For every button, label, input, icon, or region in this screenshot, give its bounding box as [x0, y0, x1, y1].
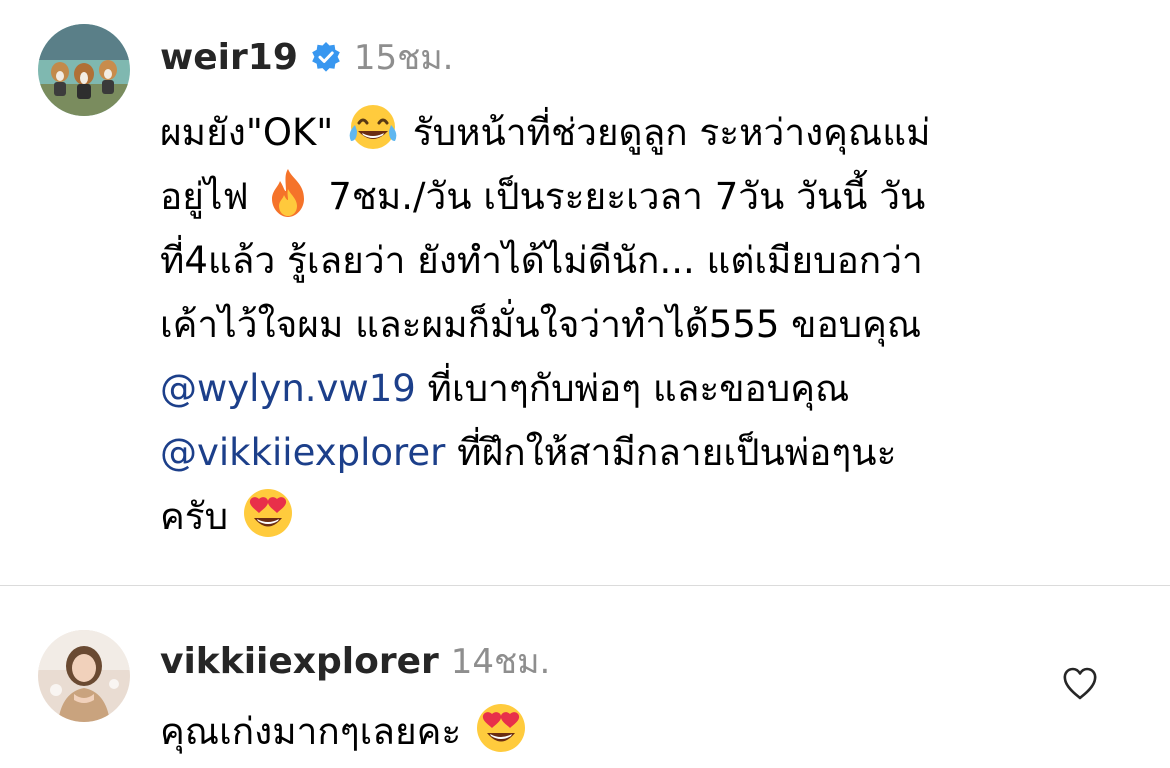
caption-text: ที่4แล้ว รู้เลยว่า ยังทำได้ไม่ดีนัก... แ…: [160, 239, 923, 282]
caption-line: อยู่ไฟ 7ชม./วัน เป็นระยะเวลา 7วัน วันนี้…: [160, 165, 1120, 229]
comment-username[interactable]: vikkiiexplorer: [160, 641, 439, 682]
caption-line: ที่4แล้ว รู้เลยว่า ยังทำได้ไม่ดีนัก... แ…: [160, 229, 1120, 293]
dogs-avatar-icon[interactable]: [38, 24, 130, 116]
caption-text: ครับ: [160, 495, 229, 538]
verified-badge-icon: [310, 41, 342, 73]
post-header: weir19 15ชม.: [160, 30, 453, 84]
caption-text: ที่เบาๆกับพ่อๆ และขอบคุณ: [415, 367, 850, 410]
caption-text: 7ชม./วัน เป็นระยะเวลา 7วัน วันนี้ วัน: [328, 175, 926, 218]
caption-text: ที่ฝึกให้สามีกลายเป็นพ่อๆนะ: [445, 431, 897, 474]
caption-line: @wylyn.vw19 ที่เบาๆกับพ่อๆ และขอบคุณ: [160, 357, 1120, 421]
comment-header: vikkiiexplorer 14ชม.: [160, 634, 550, 688]
comment-text: คุณเก่งมากๆเลยคะ: [160, 710, 462, 753]
post-caption: ผมยัง"OK" รับหน้าที่ช่วยดูลูก ระหว่างคุณ…: [160, 101, 1120, 549]
woman-avatar-icon[interactable]: [38, 630, 130, 722]
caption-text: เค้าไว้ใจผม และผมก็มั่นใจว่าทำได้555 ขอบ…: [160, 303, 922, 346]
caption-text: ผมยัง"OK": [160, 111, 334, 154]
caption-line: เค้าไว้ใจผม และผมก็มั่นใจว่าทำได้555 ขอบ…: [160, 293, 1120, 357]
caption-line: @vikkiiexplorer ที่ฝึกให้สามีกลายเป็นพ่อ…: [160, 421, 1120, 485]
comment-timestamp: 14ชม.: [450, 642, 551, 682]
caption-line: ครับ: [160, 485, 1120, 549]
fire-emoji-icon: [260, 165, 316, 221]
caption-text: อยู่ไฟ: [160, 175, 249, 218]
tears-of-joy-emoji-icon: [345, 101, 401, 157]
post: weir19 15ชม. ผมยัง"OK" รับหน้าที่ช่วยดูล…: [0, 0, 1170, 585]
caption-text: รับหน้าที่ช่วยดูลูก ระหว่างคุณแม่: [412, 111, 931, 154]
post-timestamp: 15ชม.: [353, 38, 454, 78]
comment-body: คุณเก่งมากๆเลยคะ: [160, 700, 529, 764]
heart-eyes-emoji-icon: [240, 485, 296, 541]
heart-eyes-emoji-icon: [473, 700, 529, 756]
mention-link-vikkiiexplorer[interactable]: @vikkiiexplorer: [160, 431, 445, 474]
mention-link-wylyn[interactable]: @wylyn.vw19: [160, 367, 416, 410]
post-username[interactable]: weir19: [160, 37, 298, 78]
caption-line: ผมยัง"OK" รับหน้าที่ช่วยดูลูก ระหว่างคุณ…: [160, 101, 1120, 165]
heart-outline-icon[interactable]: [1060, 664, 1100, 704]
